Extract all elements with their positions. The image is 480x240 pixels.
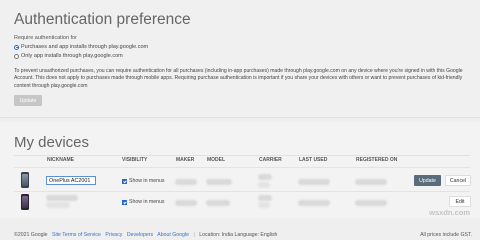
radio-label: Purchases and app installs through play.… xyxy=(21,44,149,50)
column-header-visibility: VISIBILITY xyxy=(122,157,148,163)
link-privacy[interactable]: Privacy xyxy=(105,232,122,238)
radio-unselected-icon[interactable] xyxy=(14,53,19,59)
prices-note: All prices include GST. xyxy=(420,232,472,238)
radio-option-installs[interactable]: Only app installs through play.google.co… xyxy=(14,53,123,59)
checkbox-checked-icon[interactable] xyxy=(122,178,127,184)
link-terms-of-service[interactable]: Site Terms of Service xyxy=(52,232,101,238)
auth-title: Authentication preference xyxy=(14,11,191,28)
link-developers[interactable]: Developers xyxy=(127,232,153,238)
column-header-carrier: CARRIER xyxy=(259,157,282,163)
last-used-value-blurred xyxy=(299,180,329,184)
row-divider xyxy=(14,191,470,192)
devices-title: My devices xyxy=(14,134,90,151)
carrier-value-blurred xyxy=(259,196,271,200)
row-edit-button[interactable]: Edit xyxy=(449,196,471,207)
auth-update-button[interactable]: Update xyxy=(14,95,42,106)
column-header-nickname: NICKNAME xyxy=(47,157,74,163)
maker-value-blurred xyxy=(176,201,196,205)
registered-on-value-blurred xyxy=(356,180,386,184)
carrier-value-blurred xyxy=(259,175,271,179)
copyright-text: ©2021 Google xyxy=(14,232,48,238)
watermark: wsxdn.com xyxy=(429,208,470,217)
model-value-blurred xyxy=(207,201,229,205)
maker-value-blurred xyxy=(176,180,196,184)
visibility-label: Show in menus xyxy=(129,178,165,184)
radio-selected-icon[interactable] xyxy=(14,44,19,50)
auth-subtitle: Require authentication for xyxy=(14,35,77,41)
checkbox-checked-icon[interactable] xyxy=(122,199,127,205)
link-about-google[interactable]: About Google xyxy=(157,232,189,238)
last-used-value-blurred xyxy=(299,201,329,205)
column-header-model: MODEL xyxy=(207,157,226,163)
language-text: Language: English xyxy=(234,232,278,238)
column-header-registered-on: REGISTERED ON xyxy=(356,157,398,163)
radio-label: Only app installs through play.google.co… xyxy=(21,53,123,59)
radio-option-purchases[interactable]: Purchases and app installs through play.… xyxy=(14,44,148,50)
authentication-preference-card: Authentication preference Require authen… xyxy=(0,0,480,118)
row-cancel-button[interactable]: Cancel xyxy=(445,175,471,186)
registered-on-value-blurred xyxy=(356,201,386,205)
nickname-value-blurred xyxy=(47,196,77,200)
nickname-input[interactable] xyxy=(46,176,96,185)
visibility-toggle[interactable]: Show in menus xyxy=(122,199,164,205)
visibility-toggle[interactable]: Show in menus xyxy=(122,178,164,184)
column-header-maker: MAKER xyxy=(176,157,195,163)
device-phone-icon xyxy=(21,194,29,210)
divider xyxy=(14,155,470,156)
visibility-label: Show in menus xyxy=(129,199,165,205)
carrier-value-blurred xyxy=(259,183,269,187)
carrier-value-blurred xyxy=(259,203,269,207)
model-value-blurred xyxy=(207,180,231,184)
auth-description: To prevent unauthorized purchases, you c… xyxy=(14,68,463,89)
column-header-last-used: LAST USED xyxy=(299,157,328,163)
my-devices-card: My devices NICKNAME VISIBILITY MAKER MOD… xyxy=(0,122,480,218)
nickname-value-blurred xyxy=(47,203,69,207)
location-text: Location: India xyxy=(199,232,233,238)
row-update-button[interactable]: Update xyxy=(414,175,441,186)
device-phone-icon xyxy=(21,172,29,188)
footer: ©2021 Google Site Terms of Service Priva… xyxy=(14,232,278,238)
row-divider xyxy=(14,167,470,168)
